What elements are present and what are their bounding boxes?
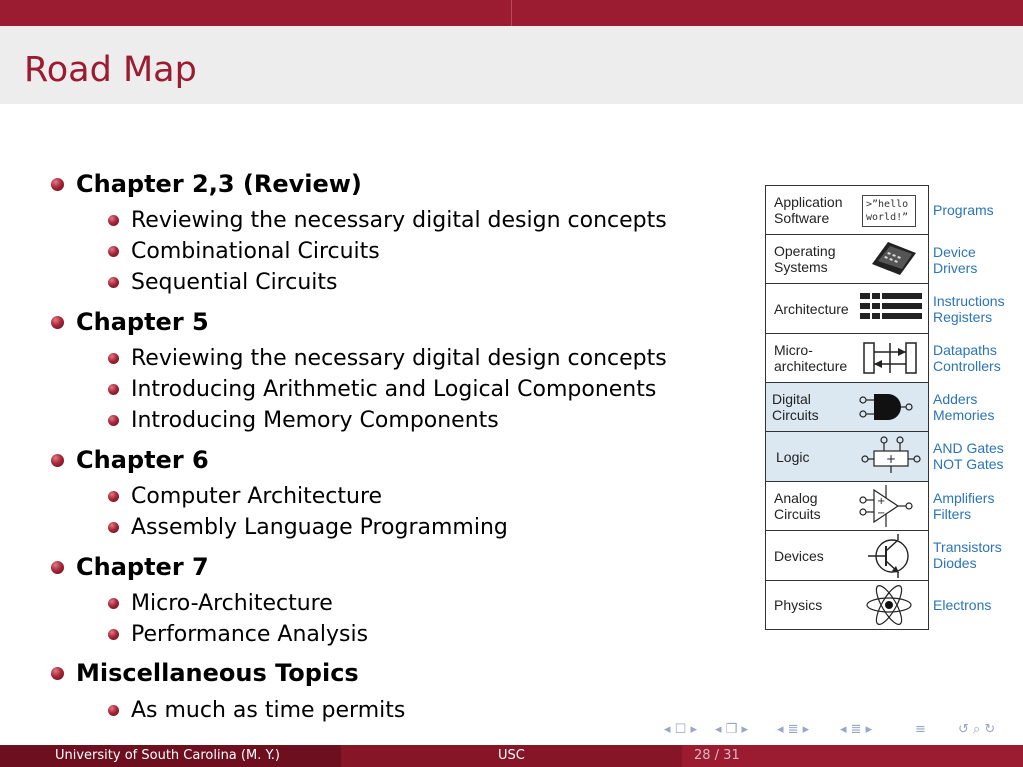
level-example: Datapaths Controllers bbox=[933, 342, 1001, 374]
bullet-icon bbox=[51, 454, 64, 467]
chapter-item: Chapter 7 bbox=[76, 553, 209, 581]
header-bar-right bbox=[512, 0, 1023, 26]
sub-bullet-icon bbox=[108, 246, 119, 257]
level-label: Digital Circuits bbox=[772, 391, 819, 423]
amplifier-icon: + − bbox=[859, 485, 913, 527]
nav-section-icons[interactable]: ◂ ≣ ▸ bbox=[777, 722, 809, 737]
level-row: Logic + bbox=[765, 432, 929, 482]
sub-item: Assembly Language Programming bbox=[131, 515, 508, 540]
sub-bullet-icon bbox=[108, 491, 119, 502]
bullet-icon bbox=[51, 316, 64, 329]
sub-bullet-icon bbox=[108, 215, 119, 226]
level-example: Amplifiers Filters bbox=[933, 490, 995, 522]
datapath-icon bbox=[863, 342, 917, 374]
svg-text:+: + bbox=[886, 452, 896, 466]
level-label: Logic bbox=[776, 448, 810, 465]
sub-bullet-icon bbox=[108, 598, 119, 609]
level-example: Transistors Diodes bbox=[933, 539, 1002, 571]
abstraction-levels-diagram: Application Software >”hello world!” Pro… bbox=[765, 185, 1010, 630]
nav-frame-icons[interactable]: ◂ ☐ ▸ bbox=[664, 722, 697, 737]
atom-icon bbox=[866, 585, 912, 625]
sub-item: Introducing Memory Components bbox=[131, 408, 499, 433]
nav-search-icon[interactable]: ↺ ⌕ ↻ bbox=[958, 722, 995, 737]
level-row: Physics bbox=[765, 581, 929, 630]
chapter-item: Chapter 2,3 (Review) bbox=[76, 170, 362, 198]
level-row: Micro- architecture bbox=[765, 334, 929, 383]
sub-bullet-icon bbox=[108, 629, 119, 640]
header-bar bbox=[0, 0, 1023, 26]
sub-item: Combinational Circuits bbox=[131, 239, 380, 264]
sub-bullet-icon bbox=[108, 415, 119, 426]
level-example: AND Gates NOT Gates bbox=[933, 440, 1004, 472]
level-label: Architecture bbox=[774, 300, 849, 317]
level-row: Operating Systems bbox=[765, 235, 929, 284]
laptop-icon bbox=[872, 242, 916, 275]
footer-left: University of South Carolina (M. Y.) bbox=[0, 745, 341, 767]
sub-item: Reviewing the necessary digital design c… bbox=[131, 346, 667, 371]
page-number: 28 / 31 bbox=[694, 748, 740, 763]
bullet-icon bbox=[51, 667, 64, 680]
svg-text:−: − bbox=[877, 508, 885, 519]
transistor-icon bbox=[868, 534, 909, 578]
nav-subsection-list-icons[interactable]: ◂ ≣ ▸ bbox=[840, 722, 872, 737]
level-label: Physics bbox=[774, 597, 823, 613]
instruction-blocks-icon bbox=[860, 293, 922, 319]
sub-bullet-icon bbox=[108, 277, 119, 288]
sub-item: Computer Architecture bbox=[131, 484, 383, 509]
chapter-item: Chapter 6 bbox=[76, 446, 209, 474]
nav-toc-icon[interactable]: ≡ bbox=[915, 722, 926, 737]
chapter-item: Miscellaneous Topics bbox=[76, 659, 359, 687]
sub-bullet-icon bbox=[108, 353, 119, 364]
footer-author: University of South Carolina (M. Y.) bbox=[55, 748, 280, 763]
svg-text:+: + bbox=[877, 496, 885, 507]
sub-item: Performance Analysis bbox=[131, 622, 369, 647]
level-row: Devices bbox=[765, 531, 929, 581]
bullet-icon bbox=[51, 561, 64, 574]
hello-world-icon: >”hello world!” bbox=[862, 195, 916, 227]
bullet-icon bbox=[51, 178, 64, 191]
level-row: Application Software >”hello world!” bbox=[765, 185, 929, 235]
level-row: Digital Circuits bbox=[765, 383, 929, 432]
footer-center: USC bbox=[341, 745, 682, 767]
sub-bullet-icon bbox=[108, 384, 119, 395]
level-label: Analog Circuits bbox=[774, 490, 821, 522]
header-bar-left bbox=[0, 0, 511, 26]
footer-institute: USC bbox=[498, 748, 525, 763]
sub-item: Sequential Circuits bbox=[131, 270, 338, 295]
sub-bullet-icon bbox=[108, 522, 119, 533]
sub-bullet-icon bbox=[108, 705, 119, 716]
level-label: Devices bbox=[774, 547, 824, 564]
level-example: Adders Memories bbox=[933, 391, 995, 423]
chapter-item: Chapter 5 bbox=[76, 308, 209, 336]
slide-title: Road Map bbox=[24, 50, 197, 90]
sub-item: Reviewing the necessary digital design c… bbox=[131, 208, 667, 233]
logic-box-icon: + bbox=[861, 436, 921, 473]
level-row: Architecture bbox=[765, 284, 929, 334]
level-example: Electrons bbox=[933, 597, 992, 613]
level-label: Application Software bbox=[774, 194, 843, 226]
and-gate-icon bbox=[859, 394, 913, 420]
footer-bar: University of South Carolina (M. Y.) USC… bbox=[0, 745, 1023, 767]
sub-item: As much as time permits bbox=[131, 698, 406, 723]
footer-right: 28 / 31 bbox=[682, 745, 1023, 767]
level-example: Programs bbox=[933, 202, 994, 218]
nav-subsection-icons[interactable]: ◂ ❐ ▸ bbox=[715, 722, 748, 737]
level-label: Operating Systems bbox=[774, 243, 836, 275]
sub-item: Micro-Architecture bbox=[131, 591, 333, 616]
level-example: Device Drivers bbox=[933, 244, 978, 276]
sub-item: Introducing Arithmetic and Logical Compo… bbox=[131, 377, 657, 402]
level-label: Micro- architecture bbox=[774, 342, 848, 374]
level-row: Analog Circuits + − bbox=[765, 482, 929, 531]
level-example: Instructions Registers bbox=[933, 293, 1005, 325]
